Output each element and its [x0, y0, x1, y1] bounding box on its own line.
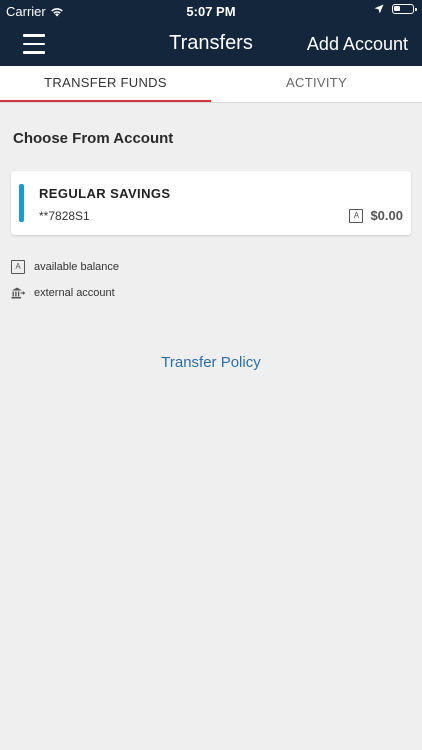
- battery-icon: [392, 4, 417, 14]
- legend-label: available balance: [34, 261, 120, 273]
- available-balance-icon: A: [11, 260, 25, 274]
- menu-button[interactable]: [23, 34, 45, 54]
- account-card-regular-savings[interactable]: REGULAR SAVINGS **7828S1 A $0.00: [11, 171, 411, 235]
- hamburger-icon-line: [23, 51, 45, 54]
- status-right: [374, 4, 417, 14]
- tab-transfer-funds[interactable]: TRANSFER FUNDS: [0, 66, 211, 102]
- section-title: Choose From Account: [13, 130, 174, 147]
- nav-bar: Transfers Add Account: [0, 22, 422, 66]
- hamburger-icon-line: [23, 42, 45, 45]
- hamburger-icon-line: [23, 34, 45, 37]
- app-header: Carrier 5:07 PM Transfers Add Account: [0, 0, 422, 66]
- location-icon: [374, 4, 384, 14]
- available-balance-icon: A: [349, 208, 364, 223]
- legend-item-available-balance: A available balance: [11, 260, 422, 274]
- bank-icon: [11, 287, 25, 299]
- legend: A available balance external account: [11, 260, 422, 300]
- tab-activity[interactable]: ACTIVITY: [211, 66, 422, 102]
- legend-item-external-account: external account: [11, 286, 422, 300]
- legend-label: external account: [34, 287, 115, 299]
- account-name: REGULAR SAVINGS: [39, 186, 171, 201]
- transfer-policy-link[interactable]: Transfer Policy: [0, 354, 422, 371]
- account-number: **7828S1: [39, 209, 90, 223]
- account-accent-bar: [19, 184, 24, 222]
- account-balance: $0.00: [370, 208, 403, 223]
- account-balance-group: A $0.00: [349, 208, 403, 223]
- tab-bar: TRANSFER FUNDS ACTIVITY: [0, 66, 422, 103]
- status-time: 5:07 PM: [186, 4, 236, 19]
- add-account-button[interactable]: Add Account: [307, 34, 408, 55]
- status-bar: Carrier 5:07 PM: [0, 0, 422, 22]
